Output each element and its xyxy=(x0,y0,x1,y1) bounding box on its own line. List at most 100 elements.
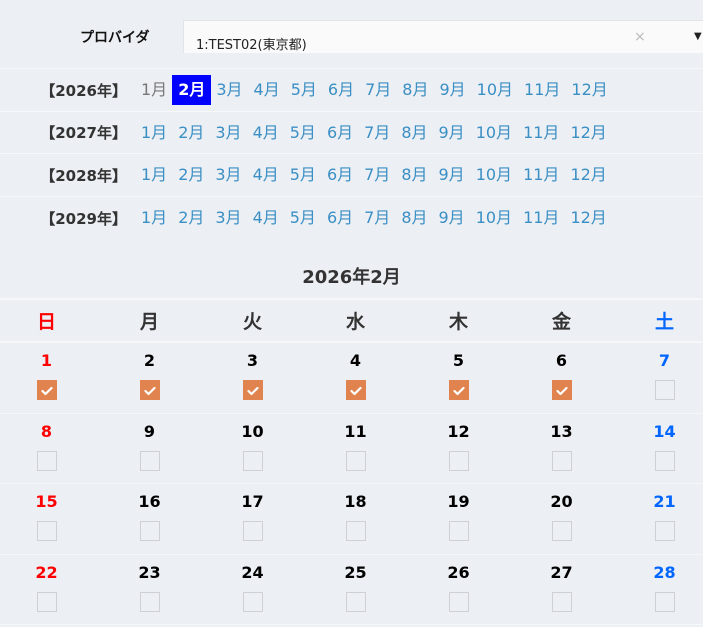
month-link[interactable]: 8月 xyxy=(395,118,433,148)
month-link[interactable]: 10月 xyxy=(470,203,518,233)
year-row: 【2029年】 1月 2月 3月 4月 5月 6月 7月 8月 9月 10月 11月 12月 xyxy=(0,196,703,239)
month-link[interactable]: 7月 xyxy=(358,118,396,148)
day-checkbox[interactable] xyxy=(448,380,469,400)
month-link[interactable]: 3月 xyxy=(209,118,247,148)
month-link[interactable]: 3月 xyxy=(210,75,248,105)
month-link[interactable]: 3月 xyxy=(209,160,247,190)
day-checkbox[interactable] xyxy=(654,591,675,612)
day-checkbox[interactable] xyxy=(345,380,366,400)
day-checkbox[interactable] xyxy=(139,380,160,400)
month-link[interactable]: 11月 xyxy=(517,118,565,148)
month-link[interactable]: 1月 xyxy=(135,160,173,190)
month-link[interactable]: 9月 xyxy=(433,203,471,233)
day-checkbox[interactable] xyxy=(551,450,572,471)
month-link[interactable]: 8月 xyxy=(396,75,434,105)
day-checkbox[interactable] xyxy=(242,591,263,612)
month-link[interactable]: 11月 xyxy=(517,203,565,233)
day-number: 23 xyxy=(138,562,161,582)
month-link[interactable]: 4月 xyxy=(247,160,285,190)
weekday-header-cell: 日 xyxy=(36,311,56,333)
month-link[interactable]: 4月 xyxy=(248,75,286,105)
day-cell: 16 xyxy=(98,484,201,554)
month-link[interactable]: 12月 xyxy=(565,75,613,105)
month-link[interactable]: 12月 xyxy=(564,160,612,190)
day-checkbox[interactable] xyxy=(654,450,675,471)
day-checkbox[interactable] xyxy=(448,521,469,541)
month-link[interactable]: 9月 xyxy=(433,160,471,190)
month-link[interactable]: 6月 xyxy=(321,118,359,148)
month-link[interactable]: 8月 xyxy=(395,160,433,190)
day-checkbox[interactable] xyxy=(242,380,263,400)
month-link[interactable]: 2月 xyxy=(172,203,210,233)
check-icon xyxy=(555,381,568,400)
month-link[interactable]: 6月 xyxy=(322,75,360,105)
month-link[interactable]: 5月 xyxy=(284,203,322,233)
month-link[interactable]: 4月 xyxy=(247,203,285,233)
day-cell: 11 xyxy=(304,414,407,484)
month-link[interactable]: 4月 xyxy=(247,118,285,148)
day-checkbox[interactable] xyxy=(345,521,366,541)
day-checkbox[interactable] xyxy=(139,591,160,612)
month-link[interactable]: 7月 xyxy=(359,75,397,105)
day-checkbox[interactable] xyxy=(36,591,57,612)
day-checkbox[interactable] xyxy=(36,450,57,471)
month-link[interactable]: 8月 xyxy=(395,203,433,233)
month-link[interactable]: 3月 xyxy=(209,203,247,233)
day-checkbox[interactable] xyxy=(551,591,572,612)
day-checkbox[interactable] xyxy=(36,380,57,400)
day-checkbox[interactable] xyxy=(36,521,57,541)
day-checkbox[interactable] xyxy=(139,450,160,471)
day-checkbox[interactable] xyxy=(654,521,675,541)
month-link[interactable]: 1月 xyxy=(135,203,173,233)
month-link[interactable]: 9月 xyxy=(433,118,471,148)
month-link[interactable]: 12月 xyxy=(564,118,612,148)
month-link[interactable]: 10月 xyxy=(470,118,518,148)
day-checkbox[interactable] xyxy=(448,591,469,612)
day-number: 12 xyxy=(447,421,470,441)
month-link[interactable]: 7月 xyxy=(358,160,396,190)
year-row: 【2027年】 1月 2月 3月 4月 5月 6月 7月 8月 9月 10月 11月 12月 xyxy=(0,110,703,154)
day-checkbox[interactable] xyxy=(345,450,366,471)
month-link[interactable]: 5月 xyxy=(284,160,322,190)
clear-icon[interactable]: × xyxy=(634,29,646,45)
month-link[interactable]: 11月 xyxy=(518,75,566,105)
month-link: 1月 xyxy=(141,80,168,99)
weekday-header-cell: 土 xyxy=(654,311,674,333)
day-cell: 19 xyxy=(407,484,510,554)
day-number: 20 xyxy=(550,492,573,511)
month-link[interactable]: 12月 xyxy=(564,203,612,233)
month-link[interactable]: 2月 xyxy=(172,118,210,148)
month-link[interactable]: 6月 xyxy=(321,203,359,233)
month-link[interactable]: 5月 xyxy=(284,118,322,148)
month-link[interactable]: 5月 xyxy=(285,75,323,105)
month-link[interactable]: 6月 xyxy=(321,160,359,190)
day-cell: 25 xyxy=(304,555,407,625)
day-checkbox[interactable] xyxy=(654,380,675,400)
day-checkbox[interactable] xyxy=(551,521,572,541)
day-cell: 12 xyxy=(407,414,510,484)
month-link[interactable]: 1月 xyxy=(135,118,173,148)
day-cell: 18 xyxy=(304,484,407,554)
day-checkbox[interactable] xyxy=(345,591,366,612)
day-cell: 10 xyxy=(201,414,304,484)
day-cell: 13 xyxy=(510,414,613,484)
month-link[interactable]: 10月 xyxy=(470,160,518,190)
day-checkbox[interactable] xyxy=(242,450,263,471)
chevron-down-icon[interactable]: ▼ xyxy=(694,31,702,42)
weekday-header-cell: 火 xyxy=(242,311,262,333)
month-link[interactable]: 10月 xyxy=(471,75,519,105)
week-row: 22 23 24 25 26 27 28 xyxy=(0,555,703,625)
month-link[interactable]: 11月 xyxy=(517,160,565,190)
provider-select[interactable]: 1:TEST02(東京都) × ▼ xyxy=(183,20,703,53)
month-link[interactable]: 2月 xyxy=(172,160,210,190)
day-checkbox[interactable] xyxy=(551,380,572,400)
day-checkbox[interactable] xyxy=(139,521,160,541)
day-number: 28 xyxy=(653,562,676,582)
day-number: 6 xyxy=(555,351,568,370)
month-link[interactable]: 7月 xyxy=(358,203,396,233)
day-checkbox[interactable] xyxy=(448,450,469,471)
day-cell: 22 xyxy=(0,555,98,625)
day-checkbox[interactable] xyxy=(242,521,263,541)
provider-value: 1:TEST02(東京都) xyxy=(196,38,307,53)
month-link[interactable]: 9月 xyxy=(433,75,471,105)
